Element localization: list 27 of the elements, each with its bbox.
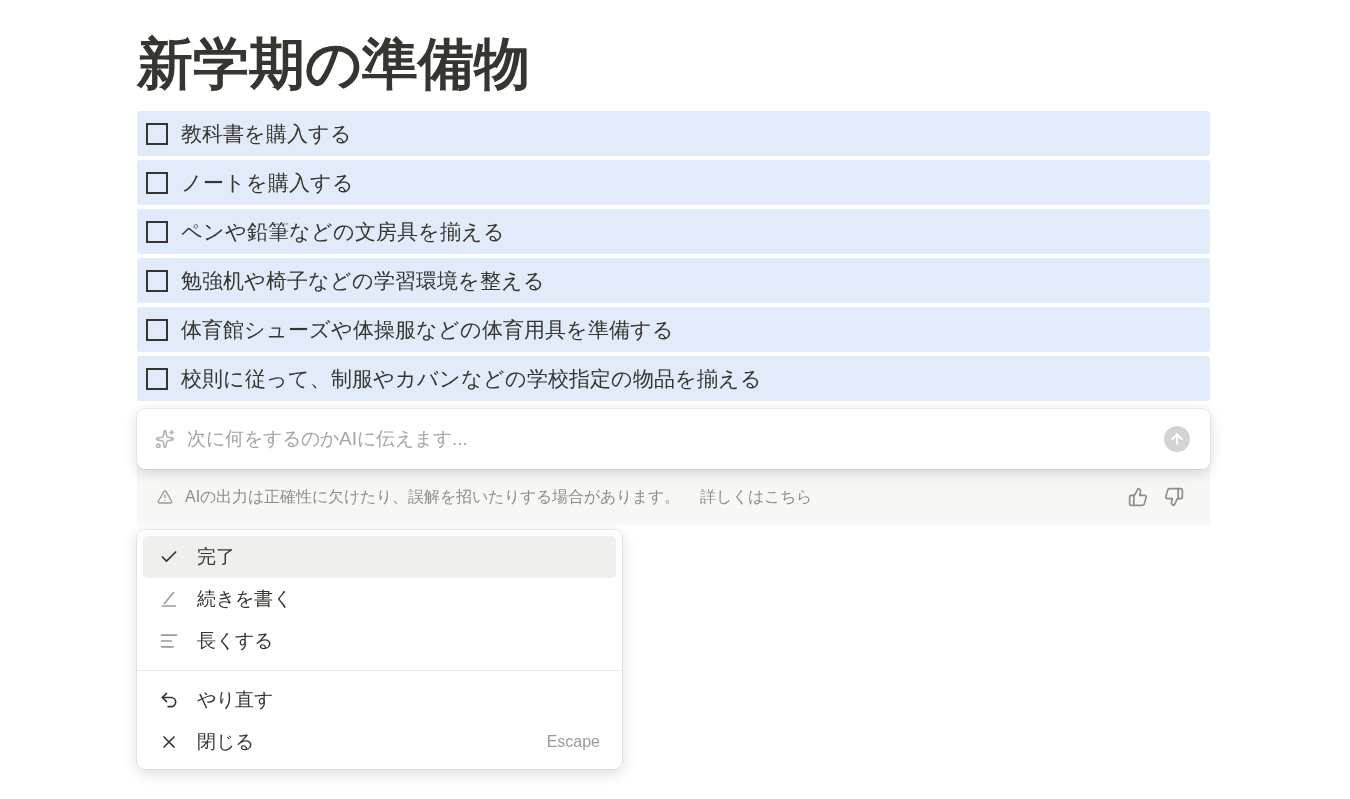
thumbs-up-icon[interactable]	[1128, 486, 1148, 507]
todo-text: 勉強机や椅子などの学習環境を整える	[181, 267, 545, 294]
menu-item[interactable]: 続きを書く	[143, 578, 616, 621]
warning-icon	[157, 488, 173, 505]
pencil-icon	[159, 589, 179, 610]
todo-text: 教科書を購入する	[181, 120, 352, 147]
disclaimer-text: AIの出力は正確性に欠けたり、誤解を招いたりする場合があります。	[185, 486, 681, 507]
checkbox[interactable]	[146, 367, 168, 390]
menu-item[interactable]: やり直す	[143, 679, 616, 722]
thumbs-down-icon[interactable]	[1164, 486, 1184, 507]
checkbox[interactable]	[146, 269, 168, 292]
menu-item[interactable]: 長くする	[143, 620, 616, 663]
shortcut-hint: Escape	[546, 732, 600, 753]
checkbox[interactable]	[146, 171, 168, 194]
todo-text: ノートを購入する	[181, 169, 354, 196]
checkbox[interactable]	[146, 122, 168, 145]
page-title: 新学期の準備物	[137, 31, 531, 97]
todo-text: 体育館シューズや体操服などの体育用具を準備する	[181, 316, 674, 343]
todo-text: 校則に従って、制服やカバンなどの学校指定の物品を揃える	[181, 365, 762, 392]
menu-item[interactable]: 閉じる Escape	[143, 721, 616, 764]
checkbox[interactable]	[146, 318, 168, 341]
menu-item[interactable]: 完了	[143, 536, 616, 579]
sparkle-icon	[155, 429, 175, 450]
prompt-input[interactable]: 次に何をするのかAIに伝えます...	[137, 409, 1210, 470]
undo-icon	[159, 690, 179, 711]
todo-text: ペンや鉛筆などの文房具を揃える	[181, 218, 505, 245]
checkbox[interactable]	[146, 220, 168, 243]
